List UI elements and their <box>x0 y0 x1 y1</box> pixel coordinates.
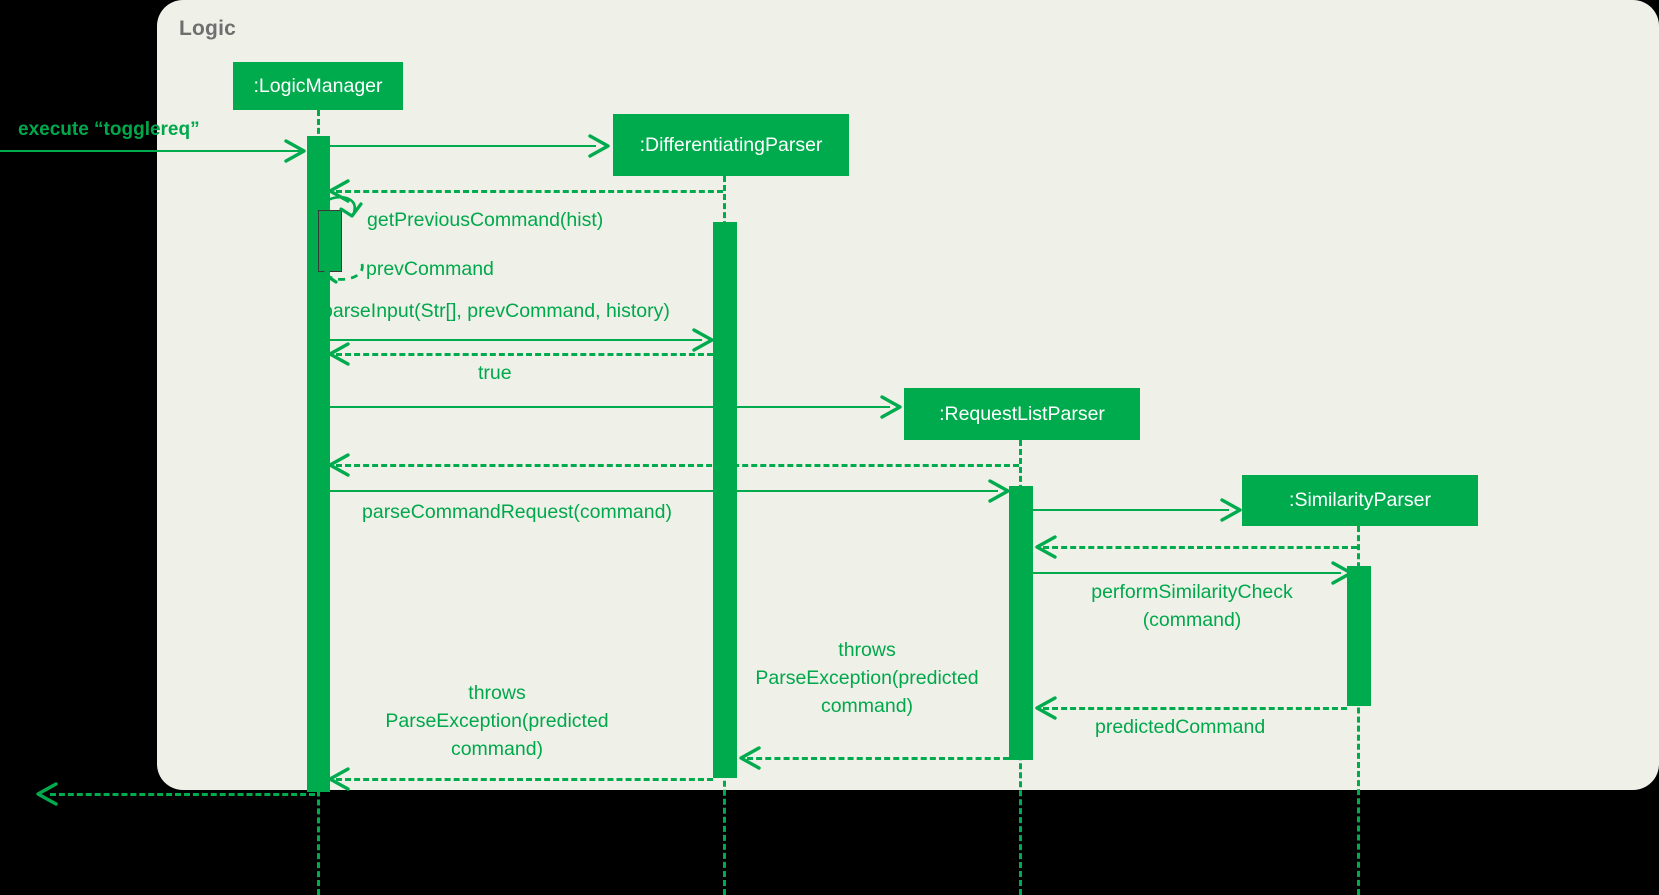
message-label-true: true <box>478 362 512 384</box>
throws-dp-line3: command) <box>450 738 544 760</box>
message-line-return-requestlistparser <box>336 464 1019 467</box>
logic-panel-title: Logic <box>179 17 236 40</box>
message-line-throws-to-logicmanager <box>336 778 713 781</box>
arrowhead-throws-to-logicmanager <box>326 767 352 791</box>
participant-label-requestlistparser: :RequestListParser <box>939 402 1105 425</box>
message-label-parseinput: parseInput(Str[], prevCommand, history) <box>322 300 670 322</box>
sequence-diagram-canvas: Logic :LogicManager :DifferentiatingPars… <box>0 0 1659 895</box>
participant-label-differentiatingparser: :DifferentiatingParser <box>639 133 823 156</box>
message-label-throws-differentiatingparser: throws ParseException(predicted command) <box>372 679 622 763</box>
arrowhead-to-similarityparser <box>1218 498 1244 522</box>
arrowhead-return-requestlistparser <box>326 453 352 477</box>
message-label-predictedcommand: predictedCommand <box>1095 716 1266 738</box>
message-line-parseinput <box>328 339 702 341</box>
activation-requestlistparser <box>1009 486 1033 760</box>
participant-similarityparser[interactable]: :SimilarityParser <box>1242 475 1478 526</box>
arrowhead-return-similarityparser <box>1033 535 1059 559</box>
message-line-return-similarityparser <box>1043 546 1357 549</box>
throws-rlp-line1: throws <box>838 639 896 661</box>
message-line-execute <box>0 150 300 152</box>
message-line-performsimilaritycheck <box>1031 572 1341 574</box>
arrowhead-throws-to-differentiatingparser <box>737 746 763 770</box>
message-line-to-differentiatingparser <box>328 145 596 147</box>
participant-requestlistparser[interactable]: :RequestListParser <box>904 388 1140 440</box>
message-line-parsecommandrequest <box>328 490 998 492</box>
message-line-to-requestlistparser <box>328 406 890 408</box>
participant-label-similarityparser: :SimilarityParser <box>1289 489 1431 511</box>
message-label-getpreviouscommand: getPreviousCommand(hist) <box>367 209 604 231</box>
message-label-throws-requestlistparser: throws ParseException(predicted command) <box>742 636 992 720</box>
arrowhead-true <box>326 342 352 366</box>
throws-dp-line1: throws <box>468 682 526 704</box>
message-label-execute: execute “togglereq” <box>18 119 200 140</box>
throws-dp-line2: ParseException(predicted <box>385 710 609 732</box>
participant-differentiatingparser[interactable]: :DifferentiatingParser <box>613 114 849 176</box>
message-label-performsimilaritycheck: performSimilarityCheck (command) <box>1052 578 1332 634</box>
message-line-return-differentiatingparser <box>336 190 723 193</box>
arrowhead-parseinput <box>690 328 716 352</box>
arrowhead-to-requestlistparser <box>878 395 904 419</box>
arrowhead-performsimilaritycheck <box>1329 561 1355 585</box>
performsimilaritycheck-line2: (command) <box>1142 609 1242 631</box>
message-line-final-return <box>50 793 315 796</box>
message-label-parsecommandrequest: parseCommandRequest(command) <box>362 501 672 523</box>
activation-differentiatingparser <box>713 222 737 778</box>
arrowhead-final-return <box>34 782 60 806</box>
participant-logicmanager[interactable]: :LogicManager <box>233 62 403 110</box>
message-line-true <box>336 353 713 356</box>
selfreturn-loop-prevcommand <box>316 250 370 288</box>
arrowhead-execute <box>282 139 308 163</box>
arrowhead-predictedcommand <box>1033 696 1059 720</box>
arrowhead-parsecommandrequest <box>986 479 1012 503</box>
participant-label-logicmanager: :LogicManager <box>253 74 383 97</box>
message-line-to-similarityparser <box>1031 509 1229 511</box>
throws-rlp-line3: command) <box>820 695 914 717</box>
message-line-throws-to-differentiatingparser <box>747 757 1009 760</box>
arrowhead-to-differentiatingparser <box>586 134 612 158</box>
performsimilaritycheck-line1: performSimilarityCheck <box>1091 581 1293 603</box>
activation-similarityparser <box>1347 566 1371 706</box>
throws-rlp-line2: ParseException(predicted <box>755 667 979 689</box>
message-line-predictedcommand <box>1043 707 1347 710</box>
message-label-prevcommand: prevCommand <box>366 258 494 280</box>
